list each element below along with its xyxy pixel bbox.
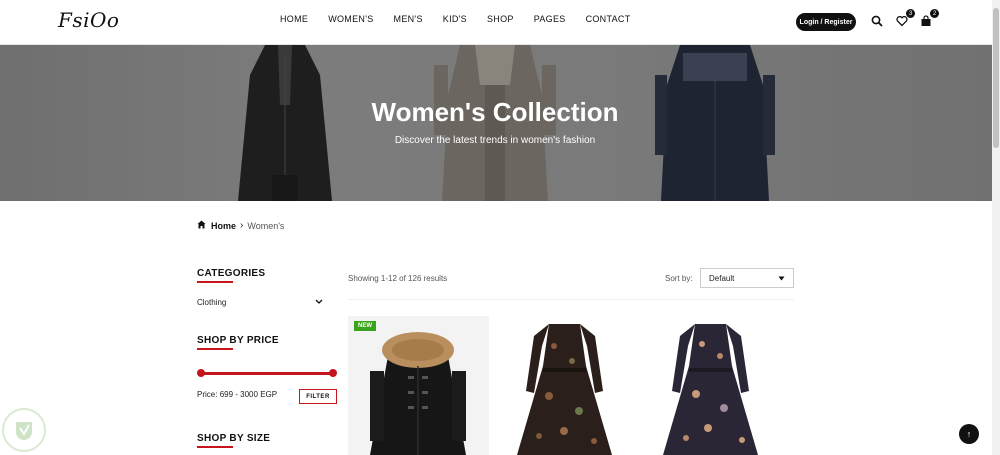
price-range-track[interactable] <box>200 372 333 375</box>
nav-pages[interactable]: PAGES <box>534 14 566 24</box>
cart-icon[interactable]: 2 <box>920 9 939 28</box>
cart-count-badge: 2 <box>930 9 939 18</box>
login-register-button[interactable]: Login / Register <box>796 13 856 31</box>
product-card-floral-dress-2[interactable] <box>640 316 781 455</box>
nav-shop[interactable]: SHOP <box>487 14 514 24</box>
site-logo[interactable]: FsiOo <box>58 8 119 32</box>
product-image-black-hooded-coat <box>370 332 466 455</box>
nav-womens[interactable]: WOMEN'S <box>328 14 373 24</box>
nav-home[interactable]: HOME <box>280 14 308 24</box>
sort-selected-value: Default <box>709 273 735 283</box>
price-range-min-handle[interactable] <box>197 369 205 377</box>
category-item-clothing[interactable]: Clothing <box>197 298 323 307</box>
chevron-down-icon[interactable] <box>315 298 323 307</box>
breadcrumb-current: Women's <box>247 220 285 231</box>
price-underline <box>197 348 233 350</box>
breadcrumb: Home › Women's <box>197 220 284 231</box>
wishlist-count-badge: 3 <box>906 9 915 18</box>
breadcrumb-home-link[interactable]: Home <box>211 221 236 231</box>
results-divider <box>348 299 794 300</box>
page-scrollbar[interactable] <box>992 0 1000 455</box>
price-readout: Price: 699 - 3000 EGP <box>197 390 278 399</box>
search-icon[interactable] <box>871 14 885 28</box>
filter-button[interactable]: FILTER <box>299 389 337 404</box>
category-label: Clothing <box>197 298 227 307</box>
sort-select[interactable]: Default <box>700 268 794 288</box>
scrollbar-thumb[interactable] <box>993 8 999 148</box>
product-image-floral-dress <box>517 324 612 455</box>
back-to-top-button[interactable]: ↑ <box>959 424 979 444</box>
chevron-right-icon: › <box>240 220 244 231</box>
arrow-up-icon: ↑ <box>966 429 972 439</box>
shop-by-price-title: SHOP BY PRICE <box>197 335 279 346</box>
product-image-navy-floral-dress <box>663 324 758 455</box>
price-currency: EGP <box>260 390 278 399</box>
product-card-hooded-coat[interactable]: NEW <box>348 316 489 455</box>
categories-title: CATEGORIES <box>197 268 266 279</box>
price-range-max-handle[interactable] <box>329 369 337 377</box>
sort-by-label: Sort by: <box>665 274 693 283</box>
nav-kids[interactable]: KID'S <box>443 14 467 24</box>
product-card-floral-dress-1[interactable] <box>494 316 635 455</box>
price-min-value: 699 <box>219 390 234 399</box>
hero-subtitle: Discover the latest trends in women's fa… <box>394 135 596 146</box>
size-underline <box>197 446 233 448</box>
nav-contact[interactable]: CONTACT <box>586 14 631 24</box>
site-header: FsiOo HOME WOMEN'S MEN'S KID'S SHOP PAGE… <box>0 0 992 45</box>
caret-down-icon <box>778 274 785 283</box>
hero-title: Women's Collection <box>371 97 619 127</box>
shop-by-size-title: SHOP BY SIZE <box>197 433 271 444</box>
floating-brand-badge[interactable] <box>2 408 46 452</box>
results-count: Showing 1-12 of 126 results <box>348 274 448 283</box>
nav-mens[interactable]: MEN'S <box>394 14 423 24</box>
main-nav: HOME WOMEN'S MEN'S KID'S SHOP PAGES CONT… <box>270 14 641 24</box>
price-label: Price: <box>197 390 218 399</box>
new-badge: NEW <box>354 321 376 331</box>
home-icon[interactable] <box>197 220 206 231</box>
categories-underline <box>197 281 233 283</box>
hero-banner: Women's Collection Discover the latest t… <box>0 45 992 201</box>
price-max-value: 3000 <box>240 390 258 399</box>
wishlist-icon[interactable]: 3 <box>896 9 915 28</box>
